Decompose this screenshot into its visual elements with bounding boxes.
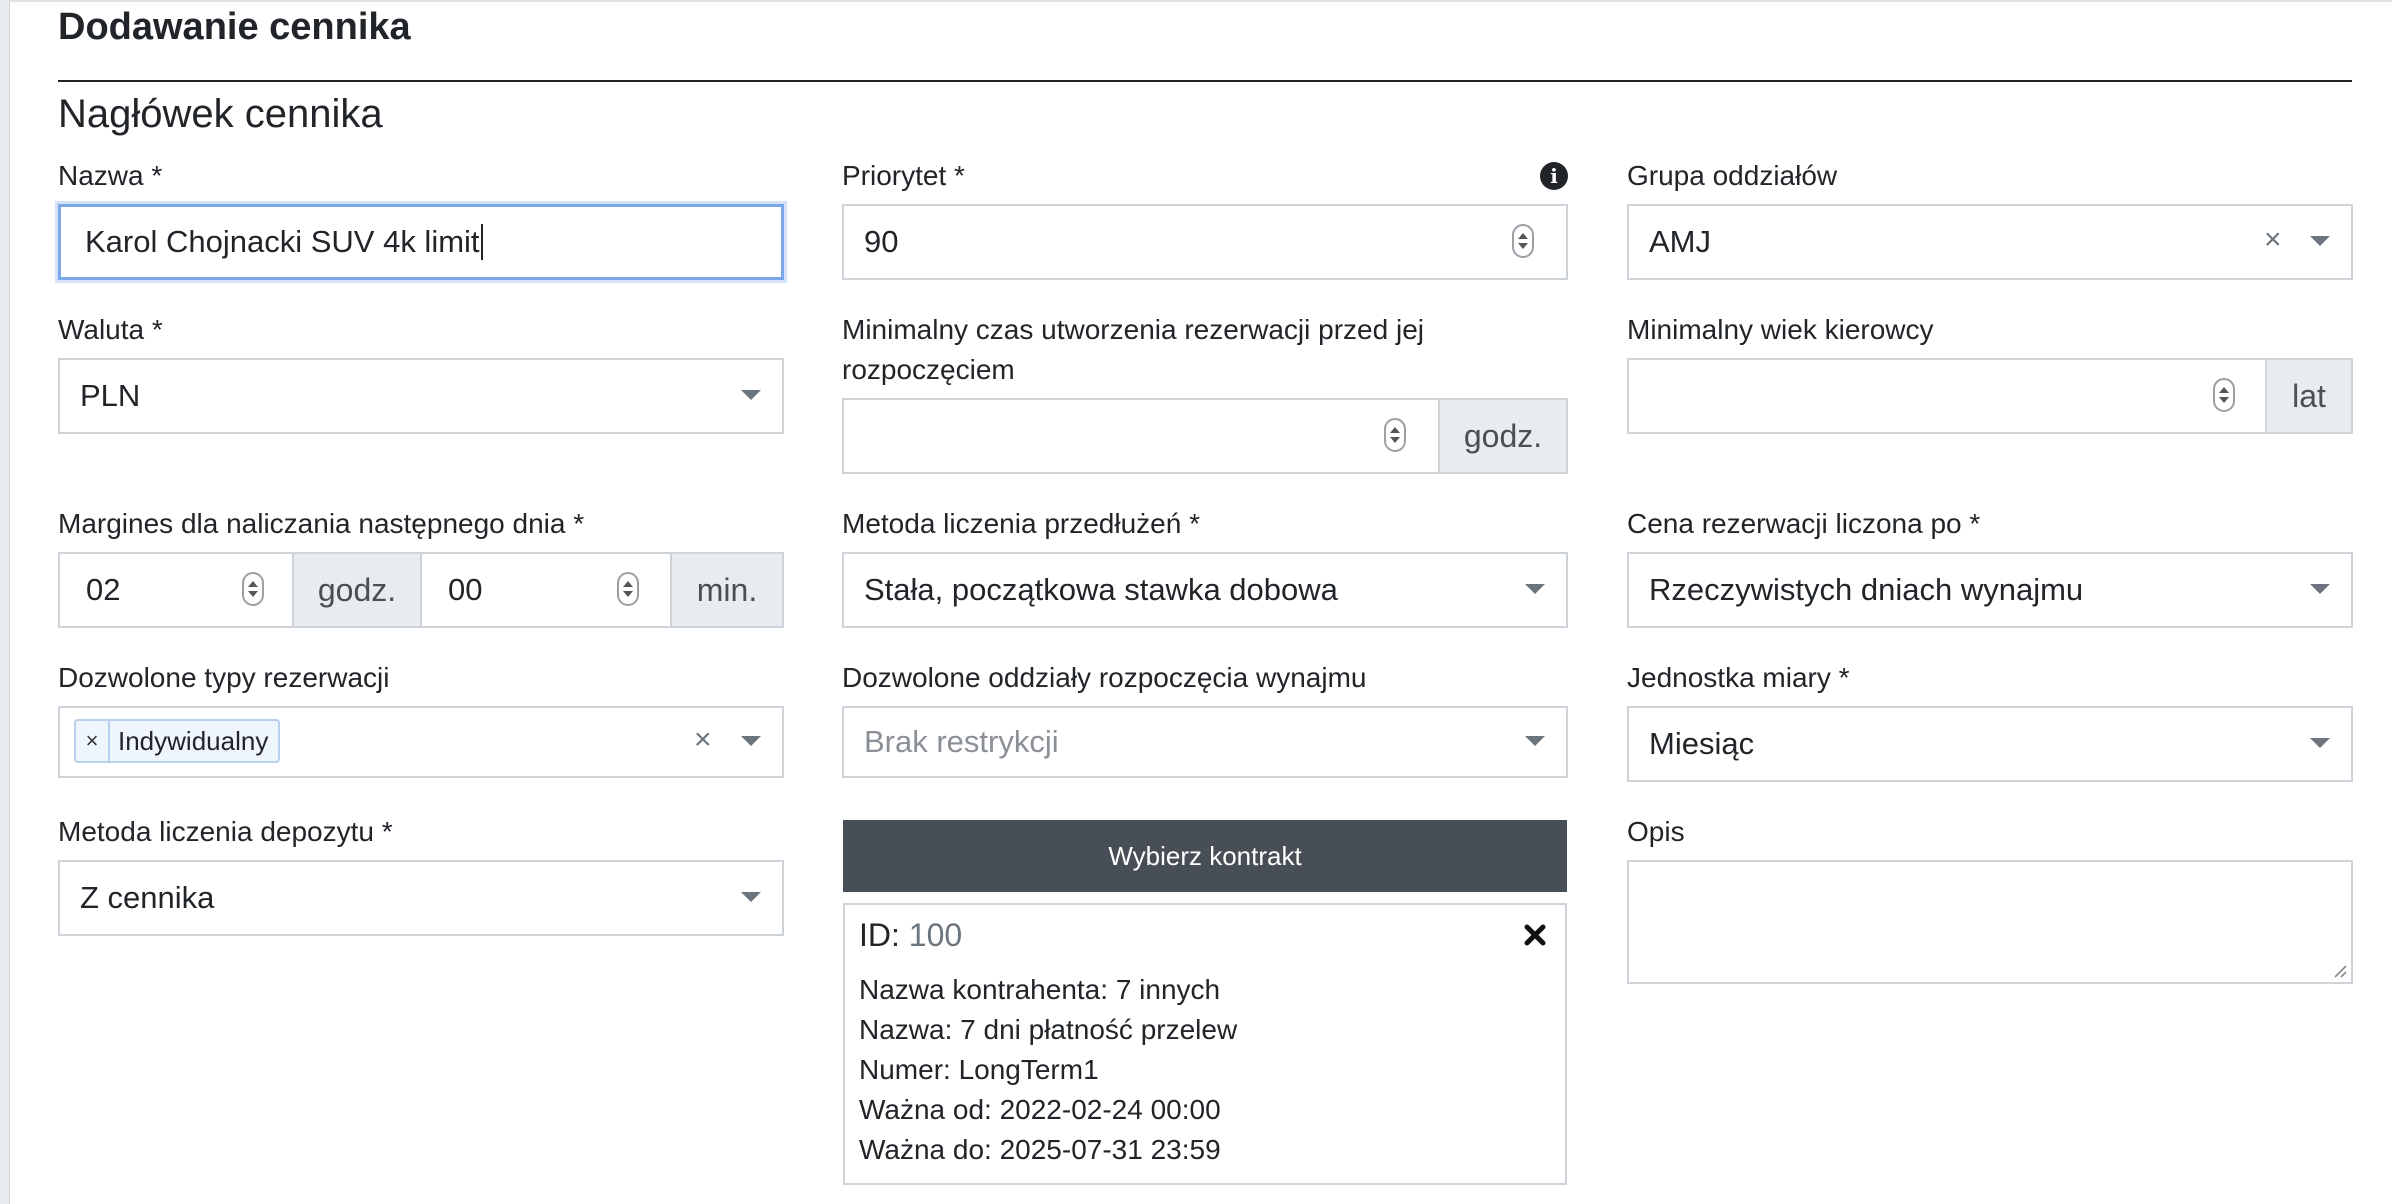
margines-hours-unit: godz. — [292, 552, 422, 628]
cena-rezerwacji-label: Cena rezerwacji liczona po * — [1627, 508, 1981, 539]
title-divider — [58, 80, 2352, 82]
grupa-oddzialow-value: AMJ — [1649, 224, 1711, 259]
margines-hours-value: 02 — [86, 572, 121, 607]
min-czas-input[interactable] — [842, 398, 1440, 474]
typy-rezerwacji-clear-icon[interactable]: × — [694, 725, 712, 755]
metoda-depozytu-value: Z cennika — [80, 880, 215, 915]
oddzialy-chevron-down-icon[interactable] — [1525, 736, 1545, 746]
grupa-oddzialow-label: Grupa oddziałów — [1627, 160, 1838, 191]
metoda-przedluzen-label: Metoda liczenia przedłużeń * — [842, 508, 1200, 539]
jednostka-select[interactable]: Miesiąc — [1627, 706, 2353, 782]
oddzialy-label: Dozwolone oddziały rozpoczęcia wynajmu — [842, 662, 1367, 693]
contract-id: ID: 100 — [859, 917, 962, 954]
margines-minutes-unit: min. — [670, 552, 784, 628]
contract-nazwa: Nazwa: 7 dni płatność przelew — [859, 1014, 1238, 1045]
tag-indywidualny: × Indywidualny — [74, 719, 281, 763]
min-czas-spinner-icon[interactable] — [1384, 418, 1406, 452]
priorytet-value: 90 — [864, 224, 899, 259]
nazwa-value: Karol Chojnacki SUV 4k limit — [85, 224, 480, 259]
margines-minutes-value: 00 — [448, 572, 483, 607]
text-cursor — [480, 224, 483, 260]
cena-rezerwacji-value: Rzeczywistych dniach wynajmu — [1649, 572, 2084, 607]
waluta-value: PLN — [80, 378, 141, 413]
oddzialy-placeholder: Brak restrykcji — [864, 724, 1059, 759]
grupa-oddzialow-chevron-down-icon[interactable] — [2310, 236, 2330, 246]
min-wiek-label: Minimalny wiek kierowcy — [1627, 314, 1934, 345]
margines-hours-spinner-icon[interactable] — [242, 572, 264, 606]
contract-id-value: 100 — [908, 917, 963, 953]
min-wiek-input[interactable] — [1627, 358, 2267, 434]
waluta-select[interactable]: PLN — [58, 358, 784, 434]
typy-rezerwacji-chevron-down-icon[interactable] — [741, 736, 761, 746]
metoda-przedluzen-chevron-down-icon[interactable] — [1525, 584, 1545, 594]
priorytet-input[interactable]: 90 — [842, 204, 1568, 280]
page-title: Dodawanie cennika — [58, 6, 411, 48]
jednostka-label: Jednostka miary * — [1627, 662, 1850, 693]
margines-minutes-spinner-icon[interactable] — [617, 572, 639, 606]
min-czas-unit: godz. — [1438, 398, 1568, 474]
info-circle-icon[interactable]: i — [1540, 162, 1568, 190]
close-icon[interactable] — [1515, 915, 1555, 955]
tag-label: Indywidualny — [118, 725, 269, 756]
resize-grip-icon[interactable] — [2331, 962, 2347, 978]
contract-numer: Numer: LongTerm1 — [859, 1054, 1099, 1085]
nazwa-label: Nazwa * — [58, 160, 163, 191]
contract-wazna-do: Ważna do: 2025-07-31 23:59 — [859, 1134, 1221, 1165]
priorytet-spinner-icon[interactable] — [1512, 224, 1534, 258]
tag-remove-icon[interactable]: × — [76, 721, 110, 761]
metoda-przedluzen-select[interactable]: Stała, początkowa stawka dobowa — [842, 552, 1568, 628]
metoda-depozytu-chevron-down-icon[interactable] — [741, 892, 761, 902]
waluta-chevron-down-icon[interactable] — [741, 390, 761, 400]
metoda-depozytu-label: Metoda liczenia depozytu * — [58, 816, 393, 847]
min-wiek-spinner-icon[interactable] — [2213, 378, 2235, 412]
left-rail — [0, 0, 10, 1204]
min-wiek-unit: lat — [2265, 358, 2353, 434]
priorytet-label: Priorytet * — [842, 160, 965, 191]
section-title: Nagłówek cennika — [58, 92, 383, 136]
wybierz-kontrakt-button[interactable]: Wybierz kontrakt — [843, 820, 1567, 892]
cena-rezerwacji-select[interactable]: Rzeczywistych dniach wynajmu — [1627, 552, 2353, 628]
nazwa-input[interactable]: Karol Chojnacki SUV 4k limit — [58, 204, 784, 280]
typy-rezerwacji-label: Dozwolone typy rezerwacji — [58, 662, 390, 693]
contract-kontrahent: Nazwa kontrahenta: 7 innych — [859, 974, 1221, 1005]
opis-textarea[interactable] — [1627, 860, 2353, 984]
jednostka-chevron-down-icon[interactable] — [2310, 738, 2330, 748]
min-czas-label-line2: rozpoczęciem — [842, 354, 1015, 385]
waluta-label: Waluta * — [58, 314, 163, 345]
jednostka-value: Miesiąc — [1649, 726, 1755, 761]
cena-rezerwacji-chevron-down-icon[interactable] — [2310, 584, 2330, 594]
contract-card: ID: 100 Nazwa kontrahenta: 7 innych Nazw… — [843, 903, 1567, 1185]
metoda-przedluzen-value: Stała, początkowa stawka dobowa — [864, 572, 1338, 607]
opis-label: Opis — [1627, 816, 1685, 847]
grupa-oddzialow-select[interactable]: AMJ — [1627, 204, 2353, 280]
oddzialy-select[interactable]: Brak restrykcji — [842, 706, 1568, 778]
contract-wazna-od: Ważna od: 2022-02-24 00:00 — [859, 1094, 1221, 1125]
grupa-oddzialow-clear-icon[interactable]: × — [2264, 225, 2282, 255]
margines-label: Margines dla naliczania następnego dnia … — [58, 508, 585, 539]
min-czas-label-line1: Minimalny czas utworzenia rezerwacji prz… — [842, 314, 1424, 345]
metoda-depozytu-select[interactable]: Z cennika — [58, 860, 784, 936]
contract-id-label: ID: — [859, 917, 909, 953]
